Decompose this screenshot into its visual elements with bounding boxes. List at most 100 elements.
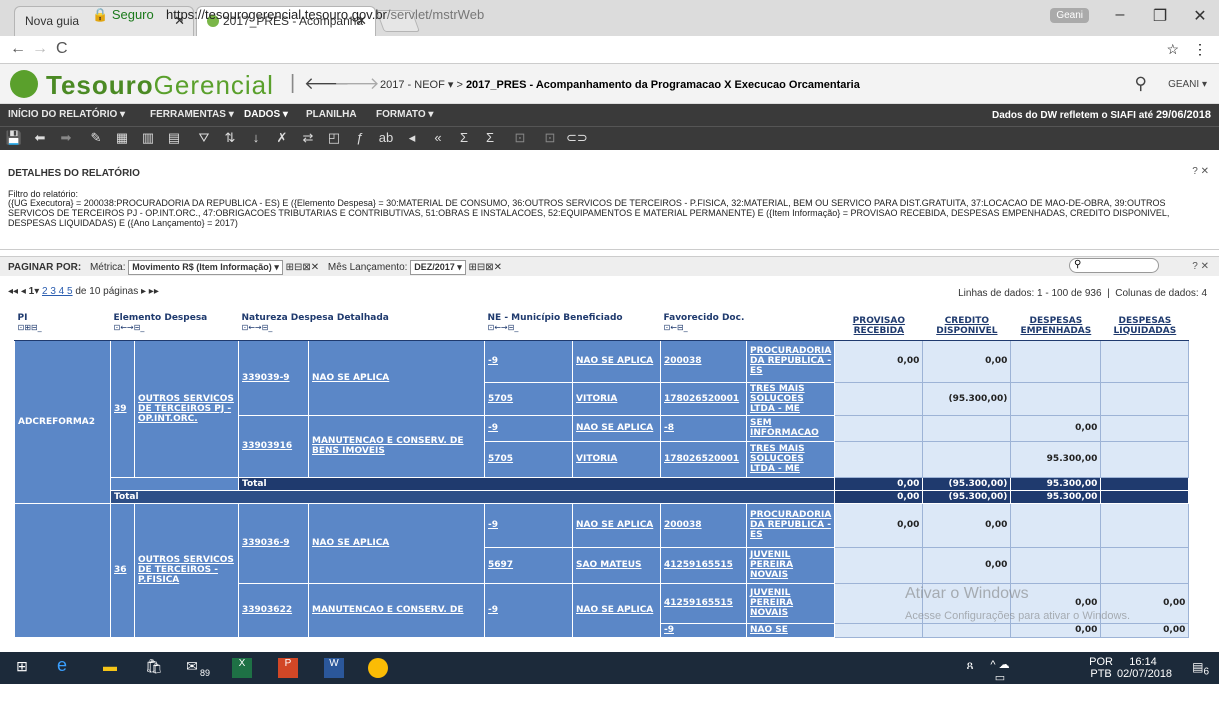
- natureza-name[interactable]: NAO SE APLICA: [308, 502, 485, 584]
- pivot-icon[interactable]: ◰: [324, 130, 344, 146]
- elemento-code[interactable]: 36: [110, 502, 135, 638]
- menu-planilha[interactable]: PLANILHA: [306, 109, 357, 120]
- details-controls[interactable]: ? ✕: [1192, 166, 1209, 177]
- favorecido-code[interactable]: 41259165515: [660, 582, 747, 624]
- clock[interactable]: 16:14 02/07/2018: [1117, 656, 1172, 680]
- page-navigator[interactable]: ◂◂ ◂ 1▾ 2 3 4 5 de 10 páginas ▸ ▸▸: [8, 286, 159, 297]
- star-icon[interactable]: ☆: [1166, 41, 1179, 58]
- municipio[interactable]: SAO MATEUS: [572, 546, 661, 584]
- header-ne[interactable]: NE - Município Beneficiado ⊡←→⊟_: [484, 312, 661, 341]
- header-icons[interactable]: ⊡←→⊟_: [242, 323, 482, 332]
- rename-icon[interactable]: ab: [376, 130, 396, 145]
- breadcrumb-root[interactable]: 2017 - NEOF: [380, 79, 445, 91]
- favorecido-name[interactable]: JUVENIL PEREIRA NOVAIS: [745, 582, 836, 624]
- swap-icon[interactable]: ⇄: [298, 130, 318, 146]
- menu-dados[interactable]: DADOS ▾: [244, 109, 288, 120]
- header-icons[interactable]: ⊡←→⊟_: [114, 323, 236, 332]
- favorecido-name[interactable]: TRES MAIS SOLUCOES LTDA - ME: [745, 440, 836, 478]
- header-natureza[interactable]: Natureza Despesa Detalhada ⊡←→⊟_: [238, 312, 485, 341]
- drill-icon[interactable]: ↓: [246, 130, 266, 145]
- total-icon[interactable]: Σ: [480, 130, 500, 145]
- filter-icon[interactable]: ⛛: [194, 130, 214, 146]
- reload-icon[interactable]: C: [56, 40, 68, 58]
- month-buttons[interactable]: ⊞⊟⊠✕: [469, 262, 503, 273]
- subtotal-icon[interactable]: Σ: [454, 130, 474, 145]
- user-menu[interactable]: GEANI ▾: [1168, 79, 1207, 90]
- favorecido-code[interactable]: 178026520001: [660, 381, 747, 416]
- maximize-icon[interactable]: ❐: [1140, 6, 1180, 26]
- header-provisao[interactable]: PROVISAO RECEBIDA: [834, 312, 923, 341]
- natureza-code[interactable]: 33903916: [238, 414, 309, 478]
- month-select[interactable]: DEZ/2017 ▾: [410, 260, 466, 275]
- link-icon[interactable]: ⊂⊃: [566, 130, 588, 146]
- ne-code[interactable]: -9: [484, 582, 573, 638]
- forward-arrow-icon[interactable]: 🡒: [334, 74, 380, 94]
- header-credito[interactable]: CREDITO DISPONIVEL: [922, 312, 1011, 341]
- excel-icon[interactable]: X: [232, 658, 252, 678]
- secure-indicator[interactable]: 🔒 Seguro: [92, 7, 154, 23]
- favorecido-name[interactable]: NAO SE: [745, 622, 836, 638]
- redo-icon[interactable]: ➡: [56, 130, 76, 146]
- language-indicator[interactable]: POR PTB: [1089, 656, 1113, 680]
- favorecido-name[interactable]: TRES MAIS SOLUCOES LTDA - ME: [745, 381, 836, 416]
- natureza-name[interactable]: MANUTENCAO E CONSERV. DE BENS IMOVEIS: [308, 414, 485, 478]
- elemento-name[interactable]: OUTROS SERVICOS DE TERCEIROS - P.FISICA: [134, 502, 239, 638]
- municipio[interactable]: VITORIA: [572, 381, 661, 416]
- elemento-code[interactable]: 39: [110, 339, 135, 478]
- file-explorer-icon[interactable]: ▬: [100, 658, 120, 678]
- municipio[interactable]: NAO SE APLICA: [572, 582, 661, 638]
- metric-buttons[interactable]: ⊞⊟⊠✕: [286, 262, 320, 273]
- back-icon[interactable]: ←: [10, 40, 26, 58]
- options-icon[interactable]: ⊡: [510, 130, 530, 146]
- favorecido-code[interactable]: 178026520001: [660, 440, 747, 478]
- current-page[interactable]: 1: [29, 286, 35, 297]
- formula-icon[interactable]: ƒ: [350, 130, 370, 145]
- header-icons[interactable]: ⊡←→⊟_: [488, 323, 658, 332]
- ne-code[interactable]: -9: [484, 502, 573, 548]
- search-icon[interactable]: ⚲: [1135, 74, 1147, 94]
- ne-code[interactable]: 5705: [484, 381, 573, 416]
- header-liquidadas[interactable]: DESPESAS LIQUIDADAS: [1100, 312, 1189, 341]
- header-icons[interactable]: ⊡⊞⊟_: [18, 323, 108, 332]
- move-left-icon[interactable]: ◂: [402, 130, 422, 146]
- menu-inicio[interactable]: INÍCIO DO RELATÓRIO ▾: [8, 109, 125, 120]
- header-empenhadas[interactable]: DESPESAS EMPENHADAS: [1010, 312, 1101, 341]
- header-elemento[interactable]: Elemento Despesa ⊡←→⊟_: [110, 312, 239, 341]
- chart-view-icon[interactable]: ▥: [138, 130, 158, 146]
- grid-search-input[interactable]: ⚲: [1069, 258, 1159, 273]
- undo-icon[interactable]: ⬅: [30, 130, 50, 146]
- ne-code[interactable]: 5697: [484, 546, 573, 584]
- favorecido-name[interactable]: PROCURADORIA DA REPUBLICA - ES: [745, 502, 836, 548]
- favorecido-name[interactable]: SEM INFORMACAO: [745, 414, 836, 442]
- close-window-icon[interactable]: ✕: [1180, 6, 1219, 26]
- favorecido-name[interactable]: JUVENIL PEREIRA NOVAIS: [745, 546, 836, 584]
- favorecido-name[interactable]: PROCURADORIA DA REPUBLICA - ES: [745, 339, 836, 383]
- edge-icon[interactable]: e: [52, 655, 72, 675]
- natureza-code[interactable]: 339036-9: [238, 502, 309, 584]
- url-field[interactable]: https://tesourogerencial.tesouro.gov.br/…: [166, 7, 484, 22]
- brand-logo[interactable]: TesouroGerencial: [46, 70, 274, 101]
- page-links[interactable]: 2 3 4 5: [42, 286, 73, 297]
- save-icon[interactable]: 💾: [4, 130, 24, 146]
- profile-badge[interactable]: Geani: [1050, 8, 1089, 23]
- notifications-icon[interactable]: ▤6: [1192, 660, 1209, 677]
- grid-chart-icon[interactable]: ▤: [164, 130, 184, 146]
- move-all-icon[interactable]: «: [428, 130, 448, 145]
- minimize-icon[interactable]: –: [1100, 6, 1140, 24]
- grid-view-icon[interactable]: ▦: [112, 130, 132, 146]
- ne-code[interactable]: 5705: [484, 440, 573, 478]
- header-pi[interactable]: PI ⊡⊞⊟_: [14, 312, 111, 341]
- natureza-name[interactable]: NAO SE APLICA: [308, 339, 485, 416]
- powerpoint-icon[interactable]: P: [278, 658, 298, 678]
- windows-start-icon[interactable]: ⊞: [12, 658, 32, 678]
- favorecido-code[interactable]: 41259165515: [660, 546, 747, 584]
- mail-icon[interactable]: ✉: [182, 658, 202, 678]
- tray-icons[interactable]: ^ ☁ ▭ ≋ ◁): [990, 658, 1010, 710]
- options2-icon[interactable]: ⊡: [540, 130, 560, 146]
- kebab-menu-icon[interactable]: ⋮: [1193, 41, 1207, 58]
- menu-ferramentas[interactable]: FERRAMENTAS ▾: [150, 109, 234, 120]
- clear-icon[interactable]: ✗: [272, 130, 292, 146]
- sort-icon[interactable]: ⇅: [220, 130, 240, 146]
- header-favorecido[interactable]: Favorecido Doc. ⊡←⊟_: [660, 312, 835, 341]
- favorecido-code[interactable]: -8: [660, 414, 747, 442]
